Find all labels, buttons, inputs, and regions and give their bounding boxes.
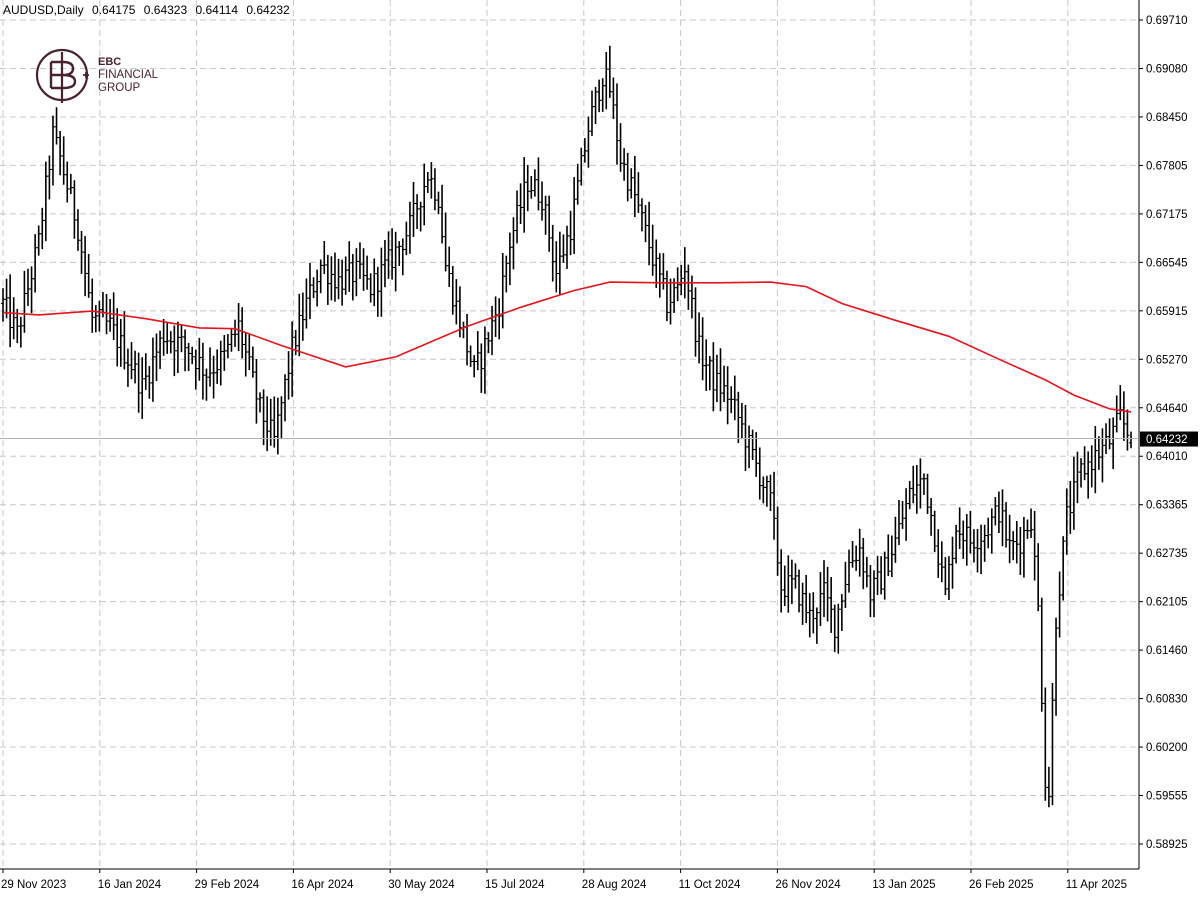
y-tick-label: 0.67805 xyxy=(1146,160,1188,172)
moving-average xyxy=(2,281,1132,413)
logo-line-3: GROUP xyxy=(98,82,141,94)
y-tick-label: 0.66545 xyxy=(1146,257,1188,269)
x-tick-label: 29 Nov 2023 xyxy=(1,879,66,891)
y-tick-label: 0.62105 xyxy=(1146,597,1188,609)
low-value: 0.64114 xyxy=(195,3,239,17)
x-tick-label: 28 Aug 2024 xyxy=(582,879,647,891)
y-tick-label: 0.65915 xyxy=(1146,306,1188,318)
x-tick-label: 11 Oct 2024 xyxy=(679,879,741,891)
x-tick-label: 16 Apr 2024 xyxy=(291,879,354,891)
y-tick-label: 0.69710 xyxy=(1146,15,1188,27)
y-tick-label: 0.64640 xyxy=(1146,403,1188,415)
x-tick-label: 15 Jul 2024 xyxy=(485,879,545,891)
y-tick-label: 0.63365 xyxy=(1146,500,1188,512)
x-tick-label: 26 Nov 2024 xyxy=(775,879,841,891)
x-tick-label: 13 Jan 2025 xyxy=(872,879,935,891)
y-tick-label: 0.65270 xyxy=(1146,354,1188,366)
y-tick-label: 0.69080 xyxy=(1146,63,1188,75)
y-tick-label: 0.60200 xyxy=(1146,742,1188,754)
x-tick-label: 11 Apr 2025 xyxy=(1066,879,1127,891)
ebc-logo: EBC FINANCIAL GROUP xyxy=(32,48,192,104)
grid xyxy=(0,0,1139,869)
y-tick-label: 0.62735 xyxy=(1146,548,1188,560)
high-value: 0.64323 xyxy=(143,3,188,17)
ohlc-bars xyxy=(1,45,1133,808)
price-chart[interactable]: 0.69710 0.69080 0.68450 0.67805 0.67175 0.665… xyxy=(0,0,1200,913)
y-tick-label: 0.67175 xyxy=(1146,209,1188,221)
y-tick-label: 0.64010 xyxy=(1146,451,1188,463)
x-tick-label: 29 Feb 2024 xyxy=(195,879,260,891)
logo-line-1: EBC xyxy=(98,56,122,68)
y-tick-label: 0.60830 xyxy=(1146,694,1188,706)
y-tick-label: 0.68450 xyxy=(1146,112,1188,124)
chart-window[interactable]: 0.69710 0.69080 0.68450 0.67805 0.67175 0.665… xyxy=(0,0,1200,913)
x-tick-label: 26 Feb 2025 xyxy=(969,879,1034,891)
y-tick-label: 0.61460 xyxy=(1146,645,1188,657)
symbol-header: AUDUSD,Daily 0.64175 0.64323 0.64114 0.6… xyxy=(3,3,295,17)
x-tick-label: 30 May 2024 xyxy=(388,879,455,891)
moving-average-line xyxy=(2,281,1132,413)
close-value: 0.64232 xyxy=(246,3,290,17)
open-value: 0.64175 xyxy=(92,3,136,17)
axes: 0.69710 0.69080 0.68450 0.67805 0.67175 0.665… xyxy=(0,0,1198,891)
ebc-logo-mark-icon xyxy=(35,48,89,103)
x-tick-label: 16 Jan 2024 xyxy=(98,879,162,891)
y-tick-label: 0.59555 xyxy=(1146,791,1188,803)
y-tick-label: 0.58925 xyxy=(1146,839,1188,851)
symbol-title: AUDUSD,Daily xyxy=(3,3,84,17)
logo-line-2: FINANCIAL xyxy=(98,69,159,81)
current-price-label: 0.64232 xyxy=(1146,434,1188,446)
logo-text: EBC FINANCIAL GROUP xyxy=(98,56,158,95)
